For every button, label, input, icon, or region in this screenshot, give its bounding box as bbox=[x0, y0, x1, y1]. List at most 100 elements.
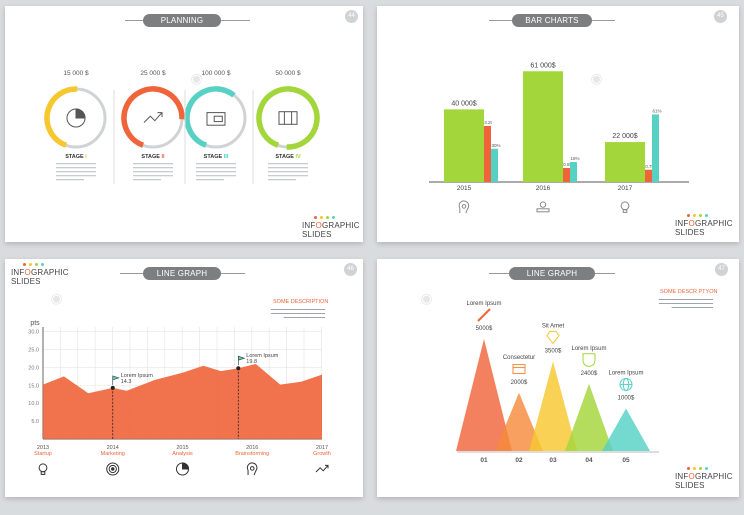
y-tick-label: 30.0 bbox=[28, 330, 39, 336]
bar-category: 2015 bbox=[457, 185, 472, 192]
logo-line1b: GRAPHIC bbox=[321, 221, 360, 230]
trend-arrow-icon bbox=[143, 112, 163, 123]
head-mind bbox=[249, 466, 255, 471]
stage-amount: 25 000 $ bbox=[140, 70, 166, 77]
box-icon bbox=[512, 364, 526, 375]
slide-line-graph[interactable]: INFOGRAPHIC SLIDES LINE GRAPH 46 SOME DE… bbox=[5, 259, 363, 497]
milestone-name: Growth bbox=[313, 451, 331, 457]
diamond-icon bbox=[546, 330, 560, 345]
stage-label-text: STAGE bbox=[275, 154, 295, 160]
bulb-base bbox=[40, 471, 46, 475]
stage-desc-line bbox=[133, 179, 161, 181]
y-tick-label: 5.0 bbox=[31, 419, 39, 425]
stage-amount: 50 000 $ bbox=[275, 70, 301, 77]
flag-icon bbox=[238, 355, 246, 366]
stage-desc-line bbox=[196, 179, 224, 181]
head-icon bbox=[458, 200, 470, 214]
stage-label-text: STAGE bbox=[65, 154, 85, 160]
diamond-shape bbox=[546, 330, 560, 345]
stage-desc-line bbox=[268, 175, 308, 177]
target-icon bbox=[106, 462, 120, 476]
head-icon bbox=[246, 462, 258, 476]
y-tick-label: 20.0 bbox=[28, 365, 39, 371]
slide-bar-charts[interactable]: BAR CHARTS 45 40 000$ 3.2t 30% 2015 61 000$ 0… bbox=[377, 6, 739, 242]
stage-numeral: III bbox=[224, 154, 229, 160]
bar-category: 2016 bbox=[536, 185, 551, 192]
stage-desc-line bbox=[133, 163, 173, 165]
area-fill bbox=[43, 363, 322, 439]
stage-desc-line bbox=[133, 175, 173, 177]
bar-label: 61 000$ bbox=[530, 62, 555, 69]
stage-desc-line bbox=[56, 171, 96, 173]
flag-value: 14.3 bbox=[121, 379, 132, 385]
bar-sub-label: 30% bbox=[491, 143, 500, 148]
folder-icon bbox=[206, 112, 226, 126]
stage-label: STAGE I bbox=[65, 154, 87, 160]
logo-line1: INF bbox=[302, 221, 316, 230]
logo-line1: INF bbox=[675, 219, 689, 228]
bar-main bbox=[444, 109, 484, 182]
stage-desc-line bbox=[133, 171, 173, 173]
stage-ring-progress bbox=[256, 86, 320, 150]
stage-amount: 15 000 $ bbox=[63, 70, 89, 77]
peak-category: 01 bbox=[480, 457, 488, 464]
stage-numeral: IV bbox=[295, 154, 301, 160]
logo-dots bbox=[687, 214, 733, 217]
peak-label: Lorem Ipsum bbox=[466, 301, 501, 307]
bar-sub-orange bbox=[563, 168, 570, 182]
pencil-body bbox=[477, 308, 491, 322]
bar-main bbox=[605, 142, 645, 182]
logo-dots bbox=[314, 216, 360, 219]
milestone-name: Startup bbox=[34, 451, 52, 457]
peak-label: Sit Amet bbox=[542, 323, 565, 329]
lightbulb-icon bbox=[620, 201, 630, 213]
stage-label-text: STAGE bbox=[204, 154, 224, 160]
infographic-logo: INFOGRAPHIC SLIDES bbox=[675, 214, 733, 237]
bar-sub-orange bbox=[645, 169, 652, 182]
peak-label: Lorem Ipsum bbox=[608, 370, 643, 376]
stage-label-text: STAGE bbox=[141, 154, 161, 160]
stage-desc-line bbox=[56, 175, 96, 177]
trend-arrow-icon bbox=[315, 464, 329, 473]
flag-point bbox=[110, 385, 115, 390]
trend-line bbox=[315, 465, 329, 473]
stage-ring-progress bbox=[121, 86, 185, 150]
bulb bbox=[38, 463, 48, 473]
shield-shape bbox=[582, 353, 596, 367]
stage-desc-line bbox=[196, 171, 236, 173]
peak-label: Lorem Ipsum bbox=[571, 346, 606, 352]
bar-main bbox=[523, 71, 563, 182]
peak-triangle bbox=[529, 361, 577, 451]
bar-category: 2017 bbox=[618, 185, 633, 192]
flag-point bbox=[236, 366, 241, 371]
slide-peak-graph[interactable]: LINE GRAPH 47 SOME DESCR PTYON ▬▬▬▬▬▬▬▬▬… bbox=[377, 259, 739, 497]
peak-triangle bbox=[602, 408, 650, 451]
pie-slice bbox=[182, 462, 190, 470]
y-tick-label: 25.0 bbox=[28, 348, 39, 354]
coin bbox=[539, 201, 547, 208]
logo-dots bbox=[687, 467, 733, 470]
peak-value: 5000$ bbox=[476, 326, 493, 332]
logo-line1b: GRAPHIC bbox=[694, 472, 733, 481]
stage-desc-line bbox=[268, 163, 308, 165]
stage-label: STAGE II bbox=[141, 154, 165, 160]
slide-planning-charts[interactable]: PLANNING CHARTS 44 15 000 $ STAGE I 25 000… bbox=[5, 6, 363, 242]
bar-sub-teal bbox=[652, 114, 659, 182]
blueprint-sheet bbox=[278, 111, 298, 125]
y-tick-label: 10.0 bbox=[28, 401, 39, 407]
trend-line bbox=[143, 112, 163, 123]
peak-chart: 01 Lorem Ipsum 5000$ 02 Consectetur 2000$ 03 Si… bbox=[456, 301, 659, 464]
stage-numeral: I bbox=[85, 154, 87, 160]
peak-value: 2400$ bbox=[581, 371, 598, 377]
logo-line2: SLIDES bbox=[675, 481, 705, 490]
bar-sub-orange bbox=[484, 126, 491, 182]
flag-icon bbox=[112, 375, 120, 385]
bar-sub-teal bbox=[491, 148, 498, 182]
folder-card bbox=[213, 115, 223, 123]
bar-sub-label: 18% bbox=[570, 156, 579, 161]
flag-value: 19.8 bbox=[246, 359, 257, 365]
area-chart: pts5.010.015.020.025.030.0Lorem Ipsum14.… bbox=[28, 320, 331, 476]
logo-line2: SLIDES bbox=[675, 228, 705, 237]
hand bbox=[536, 208, 550, 213]
peak-category: 04 bbox=[585, 457, 593, 464]
